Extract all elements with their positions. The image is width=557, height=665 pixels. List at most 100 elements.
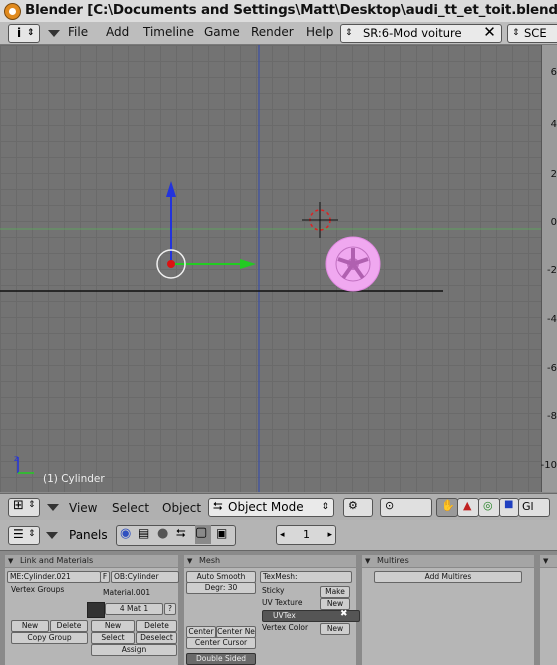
info-header: i ⇕ File Add Timeline Game Render Help ⇕… (0, 22, 557, 45)
logic-context-icon[interactable]: ◉ (120, 526, 131, 541)
arrow-right-icon[interactable]: ▸ (327, 526, 332, 544)
fake-user-button[interactable]: F (100, 571, 110, 583)
z-arrow-head (166, 181, 176, 197)
script-context-icon[interactable]: ▤ (138, 526, 149, 540)
up-down-arrows-icon: ⇕ (28, 529, 36, 539)
3d-view-header: ⊞ ⇕ View Select Object ⮀ Object Mode ⇕ ⚙… (0, 493, 557, 521)
active-object-label: (1) Cylinder (43, 473, 105, 485)
add-multires-button[interactable]: Add Multires (374, 571, 522, 583)
panel-title: Mesh (199, 556, 221, 565)
multires-panel: Add Multires (362, 568, 534, 665)
collapse-menu-triangle-icon[interactable] (47, 504, 59, 511)
mesh-datablock-field[interactable]: ME:Cylinder.021 (7, 571, 101, 583)
scale-manipulator-button[interactable]: ■ (499, 498, 519, 517)
shading-icon: ⚙ (348, 499, 358, 512)
up-down-arrows-icon: ⇕ (512, 28, 520, 38)
panels-label: Panels (69, 528, 108, 542)
next-panel-header[interactable]: ▼ (540, 555, 557, 567)
context-buttons-group: ◉ ▤ ● ⮀ ▢ ▣ (116, 525, 236, 546)
scene-context-icon[interactable]: ▣ (216, 526, 227, 540)
material-name-label: Material.001 (103, 588, 151, 597)
material-query-button[interactable]: ? (164, 603, 176, 615)
editing-context-icon[interactable]: ▢ (195, 525, 211, 544)
material-assign-button[interactable]: Assign (91, 644, 177, 656)
multires-panel-header[interactable]: ▼ Multires (362, 555, 534, 567)
mode-selector-value: Object Mode (228, 500, 304, 514)
object-context-icon[interactable]: ⮀ (176, 526, 186, 541)
collapse-triangle-icon: ▼ (187, 557, 193, 565)
hand-icon: ✋ (441, 499, 455, 512)
material-select-button[interactable]: Select (91, 632, 135, 644)
pivot-icon: ⊙ (385, 499, 395, 512)
smooth-degree-field[interactable]: Degr: 30 (186, 582, 256, 594)
object-origin-dot (167, 260, 175, 268)
delete-screen-button[interactable]: ✕ (480, 24, 499, 41)
menu-view[interactable]: View (69, 501, 97, 515)
vertex-groups-label: Vertex Groups (11, 585, 65, 594)
buttons-window-header: ☰ ⇕ Panels ◉ ▤ ● ⮀ ▢ ▣ ◂ 1 ▸ (0, 520, 557, 551)
screen-selector-value: SR:6-Mod voiture (363, 26, 462, 40)
editor-type-button[interactable]: ⊞ ⇕ (8, 498, 40, 517)
vgroup-delete-button[interactable]: Delete (50, 620, 88, 632)
up-down-arrows-icon: ⇕ (27, 28, 35, 38)
up-down-arrows-icon: ⇕ (28, 500, 36, 510)
menu-select[interactable]: Select (112, 501, 149, 515)
draw-type-button[interactable]: ⚙ (343, 498, 373, 517)
double-sided-toggle[interactable]: Double Sided (186, 653, 256, 665)
blender-logo-icon (4, 3, 21, 20)
square-icon: ■ (504, 499, 514, 510)
uv-texture-label: UV Texture (262, 598, 303, 607)
menu-game[interactable]: Game (204, 25, 240, 39)
collapse-menu-triangle-icon[interactable] (46, 532, 58, 539)
arrow-left-icon[interactable]: ◂ (280, 526, 285, 544)
frame-number-field[interactable]: ◂ 1 ▸ (276, 525, 336, 545)
shading-context-icon[interactable]: ● (157, 526, 168, 541)
center-cursor-button[interactable]: Center Cursor (186, 637, 256, 649)
up-down-arrows-icon: ⇕ (345, 28, 353, 38)
menu-file[interactable]: File (68, 25, 88, 39)
material-deselect-button[interactable]: Deselect (136, 632, 177, 644)
orientation-button[interactable]: Gl (518, 498, 550, 517)
copy-group-button[interactable]: Copy Group (11, 632, 88, 644)
menu-add[interactable]: Add (106, 25, 129, 39)
3d-viewport[interactable]: z (0, 45, 541, 492)
material-index-field[interactable]: 4 Mat 1 (105, 603, 163, 615)
window-titlebar: Blender [C:\Documents and Settings\Matt\… (0, 0, 557, 23)
frame-number-value: 1 (303, 528, 310, 541)
ruler-label: -4 (547, 314, 557, 325)
manipulator-toggle-button[interactable]: ✋ (436, 498, 458, 517)
x-arrow-head (240, 259, 256, 269)
vertex-color-new-button[interactable]: New (320, 623, 350, 635)
mode-selector[interactable]: ⮀ Object Mode ⇕ (208, 498, 334, 517)
menu-timeline[interactable]: Timeline (143, 25, 194, 39)
close-icon[interactable]: ✖ (340, 609, 348, 619)
material-color-swatch (87, 602, 105, 618)
sticky-make-button[interactable]: Make (320, 586, 350, 598)
editor-type-button[interactable]: i ⇕ (8, 24, 40, 43)
material-delete-button[interactable]: Delete (136, 620, 177, 632)
rotate-manipulator-button[interactable]: ◎ (478, 498, 500, 517)
ruler-label: 4 (550, 119, 557, 130)
menu-help[interactable]: Help (306, 25, 333, 39)
vgroup-new-button[interactable]: New (11, 620, 49, 632)
pivot-button[interactable]: ⊙ (380, 498, 432, 517)
mesh-panel-header[interactable]: ▼ Mesh (184, 555, 356, 567)
editor-type-button[interactable]: ☰ ⇕ (8, 526, 40, 545)
scene-selector[interactable]: ⇕ SCE (507, 24, 557, 43)
triangle-icon: ▲ (463, 499, 472, 512)
ruler-label: 0 (550, 217, 557, 228)
screen-selector[interactable]: ⇕ SR:6-Mod voiture (340, 24, 502, 43)
ruler-label: -10 (540, 460, 557, 471)
link-materials-panel-header[interactable]: ▼ Link and Materials (5, 555, 178, 567)
mesh-panel: Auto Smooth Degr: 30 TexMesh: Sticky Mak… (184, 568, 360, 665)
menu-render[interactable]: Render (251, 25, 294, 39)
object-name-field[interactable]: OB:Cylinder (111, 571, 179, 583)
material-new-button[interactable]: New (91, 620, 135, 632)
translate-manipulator-button[interactable]: ▲ (457, 498, 479, 517)
ruler-label: -6 (547, 363, 557, 374)
buttons-panels-area: ▼ Link and Materials ME:Cylinder.021 F O… (0, 551, 557, 665)
menu-object[interactable]: Object (162, 501, 201, 515)
texmesh-field[interactable]: TexMesh: (260, 571, 352, 583)
collapse-menu-triangle-icon[interactable] (48, 30, 60, 37)
ruler-label: 6 (550, 67, 557, 78)
